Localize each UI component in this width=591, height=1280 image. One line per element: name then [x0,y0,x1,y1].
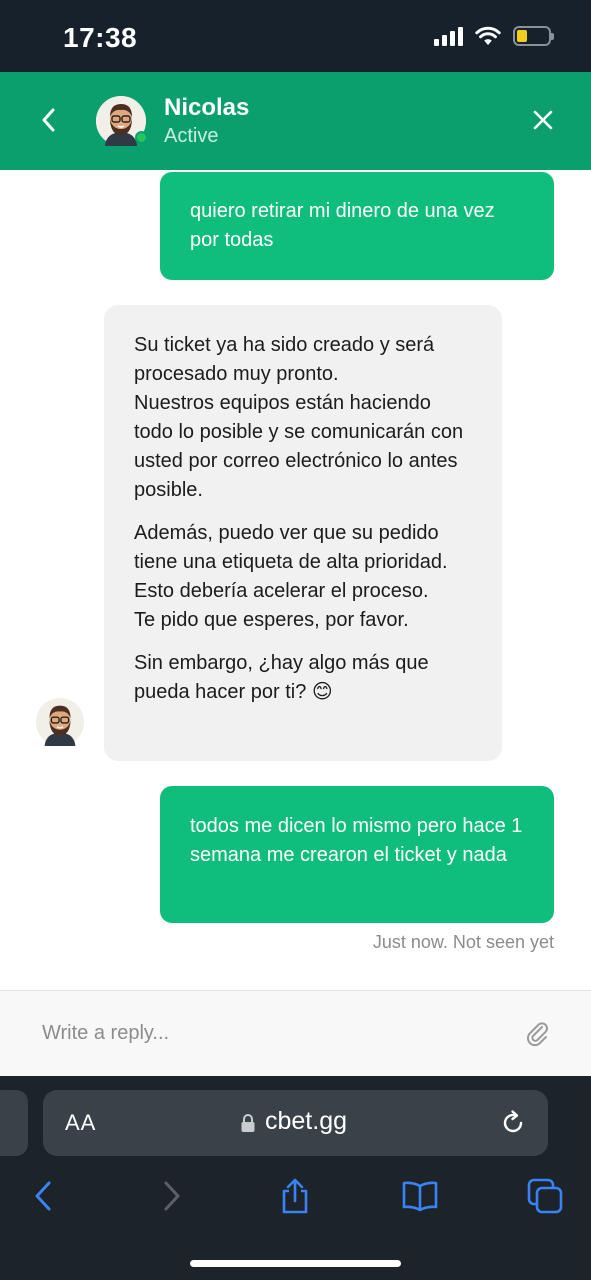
message-paragraph: Su ticket ya ha sido creado y será proce… [134,334,464,501]
close-icon [533,110,553,130]
browser-back-button[interactable] [21,1174,65,1218]
agent-message: Su ticket ya ha sido creado y será proce… [104,305,502,761]
user-message: todos me dicen lo mismo pero hace 1 sema… [160,786,554,923]
chevron-left-icon [42,108,55,132]
agent-message-avatar [36,698,84,746]
status-icons [434,26,554,46]
browser-toolbar [0,1174,591,1218]
bookmarks-button[interactable] [398,1174,442,1218]
close-chat-button[interactable] [525,102,561,138]
chat-header: Nicolas Active [0,72,591,170]
text-size-button[interactable]: AA [65,1110,96,1136]
message-status: Just now. Not seen yet [372,932,554,952]
paperclip-icon [527,1022,548,1047]
share-icon [282,1178,308,1214]
attach-file-button[interactable] [525,1021,551,1047]
chevron-left-icon [35,1181,51,1211]
chevron-right-icon [164,1181,180,1211]
address-bar[interactable]: AA cbet.gg [43,1090,548,1156]
bearded-man-avatar-icon [36,698,84,746]
lock-icon [241,1114,255,1132]
cellular-signal-icon [434,26,463,46]
url-text: cbet.gg [265,1107,348,1135]
browser-chrome: AA cbet.gg [0,1076,591,1280]
browser-forward-button[interactable] [150,1174,194,1218]
battery-icon [513,26,554,46]
share-button[interactable] [273,1174,317,1218]
status-time: 17:38 [63,22,138,53]
agent-avatar [96,96,148,146]
reload-icon [503,1110,523,1133]
reload-button[interactable] [498,1108,528,1138]
message-text: todos me dicen lo mismo pero hace 1 sema… [190,815,523,866]
back-button[interactable] [30,102,66,138]
agent-name: Nicolas [164,94,250,121]
agent-status: Active [164,125,219,147]
reply-input[interactable] [42,1015,502,1051]
message-paragraph: Además, puedo ver que su pedido tiene un… [134,522,448,631]
previous-tab-peek[interactable] [0,1090,28,1156]
wifi-icon [475,26,501,45]
message-paragraph: Sin embargo, ¿hay algo más que pueda hac… [134,652,429,703]
home-indicator [190,1260,401,1267]
tabs-icon [527,1178,563,1214]
status-bar: 17:38 [0,0,591,72]
message-text: quiero retirar mi dinero de una vez por … [190,200,495,251]
tabs-button[interactable] [523,1174,567,1218]
user-message: quiero retirar mi dinero de una vez por … [160,172,554,280]
reply-composer [0,990,591,1076]
online-indicator [135,131,148,144]
open-book-icon [402,1181,438,1212]
